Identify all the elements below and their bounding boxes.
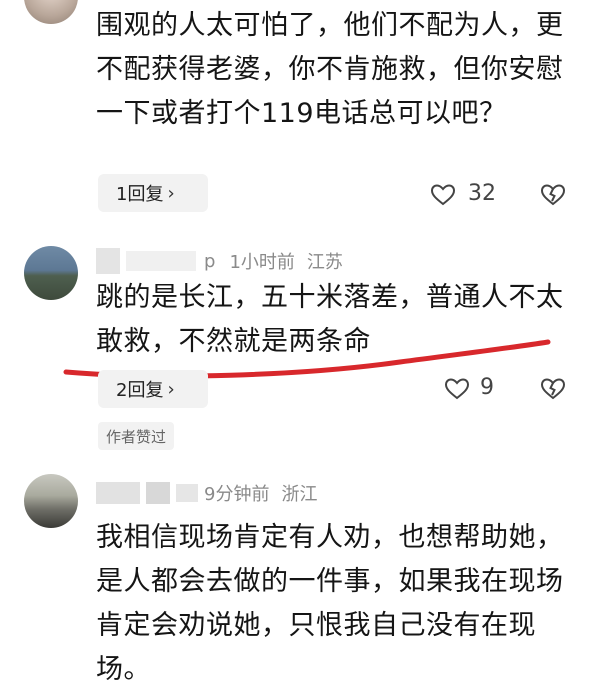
comment-meta: p 1小时前 江苏 [96, 248, 343, 274]
chevron-right-icon: › [167, 378, 175, 400]
avatar[interactable] [24, 0, 78, 24]
username-redacted[interactable] [146, 482, 170, 504]
reply-count-label: 2回复 [116, 380, 164, 401]
heart-icon[interactable] [444, 377, 470, 401]
comment-time: 1小时前 [229, 252, 295, 273]
comment-meta: 9分钟前 浙江 [96, 480, 317, 506]
comment-text: 围观的人太可怕了，他们不配为人，更不配获得老婆，你不肯施救，但你安慰一下或者打个… [96, 10, 564, 129]
chevron-right-icon: › [167, 182, 175, 204]
comment-location: 浙江 [281, 484, 318, 505]
username-redacted[interactable] [96, 482, 140, 504]
avatar[interactable] [24, 474, 78, 528]
reply-count-label: 1回复 [116, 184, 164, 205]
comment-text: 跳的是长江，五十米落差，普通人不太敢救，不然就是两条命 [96, 282, 564, 357]
like-count: 32 [468, 181, 496, 206]
username-redacted[interactable] [126, 251, 196, 271]
broken-heart-icon[interactable] [540, 181, 566, 207]
reply-count-button[interactable]: 1回复 › [98, 174, 208, 212]
avatar[interactable] [24, 246, 78, 300]
like-count: 9 [480, 375, 494, 400]
username-redacted[interactable] [176, 484, 198, 502]
username[interactable]: p [204, 251, 215, 272]
comment-location: 江苏 [306, 252, 343, 273]
comment-time: 9分钟前 [204, 484, 270, 505]
broken-heart-icon[interactable] [540, 375, 566, 401]
username-redacted[interactable] [96, 248, 120, 274]
reply-count-button[interactable]: 2回复 › [98, 370, 208, 408]
comment-text: 我相信现场肯定有人劝，也想帮助她，是人都会去做的一件事，如果我在现场肯定会劝说她… [96, 522, 564, 685]
heart-icon[interactable] [430, 183, 456, 207]
author-liked-badge: 作者赞过 [98, 422, 175, 450]
